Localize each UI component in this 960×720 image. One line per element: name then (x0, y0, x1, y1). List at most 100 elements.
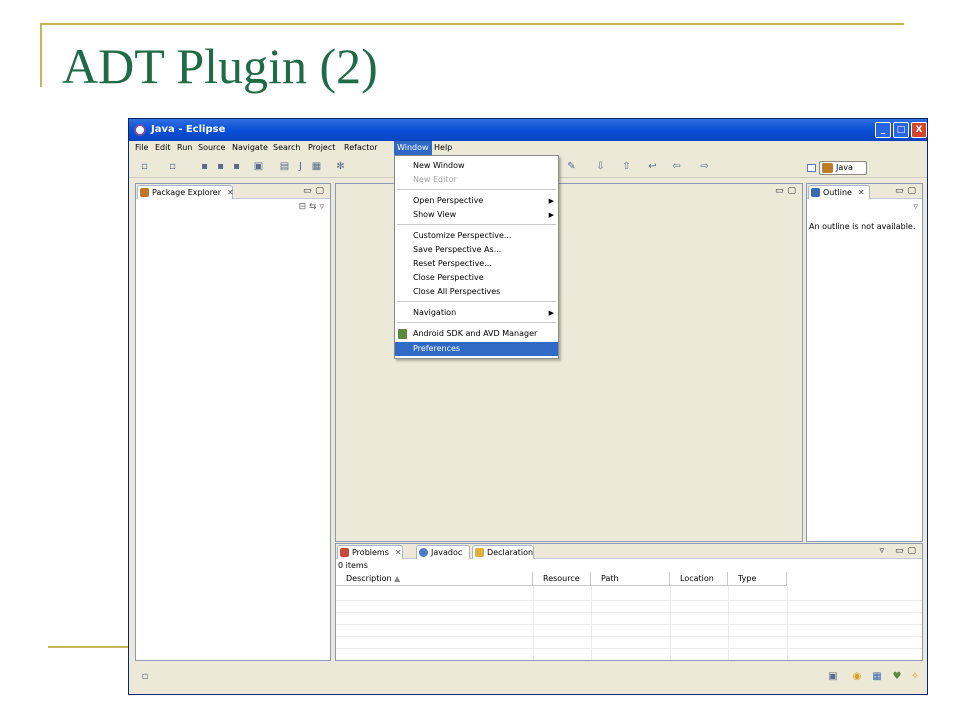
slide-top-rule (40, 23, 904, 25)
submenu-arrow-icon: ▶ (548, 309, 554, 317)
collapse-all-icon[interactable]: ⊟ (299, 202, 307, 212)
outline-panel: Outline ✕ ▭▢ ▿ An outline is not availabl… (806, 183, 923, 542)
debug-icon[interactable]: ✻ (335, 161, 346, 172)
save-icon[interactable]: ▪ (199, 161, 210, 172)
new-package-icon[interactable]: ▤ (279, 161, 290, 172)
outline-message: An outline is not available. (809, 222, 916, 231)
outline-minmax-icon[interactable]: ▭▢ (895, 186, 920, 196)
view-menu-icon[interactable]: ▿ (319, 202, 324, 212)
new-icon[interactable]: ▫ (139, 161, 150, 172)
column-resource[interactable]: Resource (533, 572, 591, 586)
problems-items-count: 0 items (338, 561, 368, 570)
window-menu-dropdown: New Window New Editor Open Perspective ▶… (394, 155, 559, 359)
menu-item-customize-perspective[interactable]: Customize Perspective... (395, 229, 558, 243)
star-icon[interactable]: ✧ (909, 671, 921, 683)
column-path[interactable]: Path (591, 572, 670, 586)
table-row (336, 612, 922, 613)
minimize-button[interactable]: _ (875, 122, 891, 138)
menu-refactor[interactable]: Refactor (341, 141, 381, 155)
new-junit-icon[interactable]: J (295, 161, 306, 172)
outline-tab-label: Outline (823, 188, 852, 197)
new-class-icon[interactable]: ▦ (311, 161, 322, 172)
java-perspective-button[interactable]: Java (819, 161, 867, 175)
menu-file[interactable]: File (132, 141, 151, 155)
monitor-icon[interactable]: ▦ (871, 671, 883, 683)
forward-icon[interactable]: ⇨ (699, 161, 710, 172)
table-col-divider (670, 586, 671, 660)
problems-close-icon[interactable]: ✕ (389, 548, 402, 557)
column-location[interactable]: Location (670, 572, 728, 586)
print-icon[interactable]: ▪ (231, 161, 242, 172)
menu-item-navigation[interactable]: Navigation ▶ (395, 306, 558, 320)
tab-javadoc[interactable]: Javadoc (416, 545, 470, 559)
javadoc-tab-label: Javadoc (431, 548, 463, 557)
tab-package-explorer[interactable]: Package Explorer ✕ (137, 185, 234, 199)
menu-item-reset-perspective[interactable]: Reset Perspective... (395, 257, 558, 271)
window-titlebar[interactable]: Java - Eclipse _ □ X (129, 119, 927, 141)
column-description-label: Description (346, 574, 392, 583)
new-project-icon[interactable]: ▫ (167, 161, 178, 172)
eclipse-logo-icon (134, 124, 146, 136)
prev-annotation-icon[interactable]: ⇧ (621, 161, 632, 172)
menu-item-close-perspective[interactable]: Close Perspective (395, 271, 558, 285)
menu-help[interactable]: Help (431, 141, 455, 155)
close-button[interactable]: X (911, 122, 927, 138)
package-explorer-view-tools: ⊟ ⇆ ▿ (299, 202, 324, 212)
slide-title: ADT Plugin (2) (62, 38, 378, 94)
menu-project[interactable]: Project (305, 141, 338, 155)
lightbulb-icon[interactable]: ◉ (851, 671, 863, 683)
outline-close-icon[interactable]: ✕ (852, 188, 865, 197)
menu-item-save-perspective-as[interactable]: Save Perspective As... (395, 243, 558, 257)
open-perspective-icon[interactable] (807, 164, 816, 172)
fast-view-icon[interactable]: ▫ (139, 671, 151, 683)
status-tool-icon[interactable]: ▣ (827, 671, 839, 683)
outline-view-menu-icon[interactable]: ▿ (913, 202, 918, 212)
menu-item-preferences[interactable]: Preferences (395, 342, 558, 356)
android-status-icon[interactable]: ♥ (891, 671, 903, 683)
problems-view-tools[interactable]: ▿ ▭▢ (880, 546, 920, 556)
status-bar: ▫ ▣ ◉ ▦ ♥ ✧ (129, 662, 927, 694)
save-all-icon[interactable]: ▪ (215, 161, 226, 172)
tab-problems[interactable]: Problems ✕ (337, 545, 403, 559)
maximize-button[interactable]: □ (893, 122, 909, 138)
table-row (336, 636, 922, 637)
menu-item-new-editor: New Editor (413, 175, 457, 184)
android-sdk-icon[interactable]: ▣ (253, 161, 264, 172)
menu-item-show-view[interactable]: Show View ▶ (395, 208, 558, 222)
link-editor-icon[interactable]: ⇆ (309, 202, 317, 212)
declaration-tab-label: Declaration (487, 548, 534, 557)
last-edit-icon[interactable]: ↩ (647, 161, 658, 172)
eclipse-window: Java - Eclipse _ □ X File Edit Run Sourc… (128, 118, 928, 695)
menu-search[interactable]: Search (270, 141, 303, 155)
editor-minmax-icon[interactable]: ▭▢ (775, 186, 800, 196)
tab-outline[interactable]: Outline ✕ (808, 185, 870, 199)
problems-icon (340, 548, 349, 557)
menu-item-new-window[interactable]: New Window (395, 159, 558, 173)
slide: ADT Plugin (2) Java - Eclipse _ □ X File… (0, 0, 960, 720)
tab-declaration[interactable]: Declaration (472, 545, 534, 559)
perspective-label: Java (836, 163, 853, 172)
menu-run[interactable]: Run (174, 141, 195, 155)
menu-item-android-sdk-avd-manager[interactable]: Android SDK and AVD Manager (395, 327, 558, 341)
menu-window[interactable]: Window (394, 141, 432, 155)
annotation-icon[interactable]: ✎ (566, 161, 577, 172)
sort-ascending-icon: ▲ (394, 574, 401, 583)
window-title: Java - Eclipse (151, 124, 226, 135)
menu-source[interactable]: Source (195, 141, 228, 155)
package-explorer-panel: Package Explorer ✕ ▭▢ ⊟ ⇆ ▿ (135, 183, 331, 661)
menu-edit[interactable]: Edit (152, 141, 174, 155)
package-explorer-minmax-icon[interactable]: ▭▢ (303, 186, 328, 196)
menu-navigate[interactable]: Navigate (229, 141, 271, 155)
table-row (336, 648, 922, 649)
column-description[interactable]: Description ▲ (336, 572, 533, 586)
submenu-arrow-icon: ▶ (548, 197, 554, 205)
next-annotation-icon[interactable]: ⇩ (595, 161, 606, 172)
column-type[interactable]: Type (728, 572, 787, 586)
menu-item-open-perspective[interactable]: Open Perspective ▶ (395, 194, 558, 208)
back-icon[interactable]: ⇦ (671, 161, 682, 172)
menu-item-close-all-perspectives[interactable]: Close All Perspectives (395, 285, 558, 299)
package-explorer-close-icon[interactable]: ✕ (221, 188, 234, 197)
outline-header: Outline ✕ ▭▢ (807, 184, 922, 199)
table-row (336, 600, 922, 601)
slide-bottom-rule (48, 646, 128, 648)
